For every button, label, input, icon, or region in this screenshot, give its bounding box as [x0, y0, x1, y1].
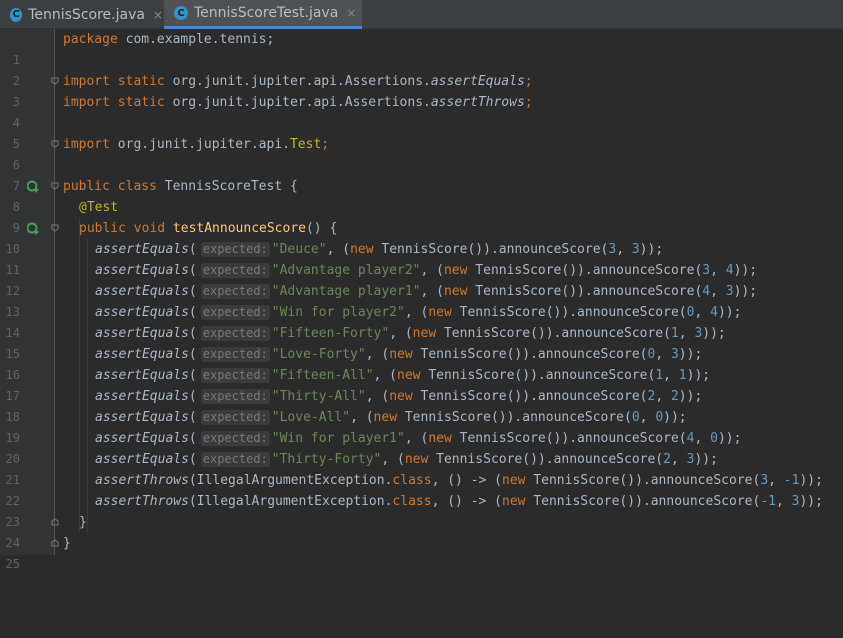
parameter-hint: expected:: [200, 368, 270, 383]
editor-tab-bar: C TennisScore.java × C TennisScoreTest.j…: [0, 0, 843, 29]
tab-tennis-score-test[interactable]: C TennisScoreTest.java ×: [164, 0, 362, 29]
parameter-hint: expected:: [200, 242, 270, 257]
code-line: 9 @Test: [0, 197, 843, 235]
code-editor[interactable]: 1 package com.example.tennis; 2 3 import…: [0, 29, 843, 571]
fold-icon[interactable]: [51, 539, 59, 547]
tab-tennis-score[interactable]: C TennisScore.java ×: [0, 0, 163, 29]
code-line: 16 assertEquals(expected: "Love-Forty", (…: [0, 344, 843, 382]
parameter-hint: expected:: [200, 326, 270, 341]
close-icon[interactable]: ×: [346, 6, 356, 20]
code-line: 20 assertEquals(expected: "Win for player…: [0, 428, 843, 466]
fold-icon[interactable]: [51, 224, 59, 232]
code-line: 17 assertEquals(expected: "Fifteen-All", …: [0, 365, 843, 403]
code-line: 2: [0, 50, 843, 88]
code-line: 14 assertEquals(expected: "Win for player…: [0, 302, 843, 340]
fold-icon[interactable]: [51, 182, 59, 190]
tab-label: TennisScoreTest.java: [194, 5, 339, 21]
code-line: 22 assertThrows(IllegalArgumentException…: [0, 470, 843, 508]
code-line: 13 assertEquals(expected: "Advantage play…: [0, 281, 843, 319]
code-line: 24 }: [0, 512, 843, 550]
parameter-hint: expected:: [200, 410, 270, 425]
code-line: 7: [0, 155, 843, 193]
fold-icon[interactable]: [51, 77, 59, 85]
parameter-hint: expected:: [200, 263, 270, 278]
fold-icon[interactable]: [51, 518, 59, 526]
code-line: 4 import static org.junit.jupiter.api.As…: [0, 92, 843, 130]
class-icon: C: [174, 6, 188, 20]
code-line: 1 package com.example.tennis;: [0, 29, 843, 67]
line-number: 25: [5, 557, 20, 571]
code-line: 15 assertEquals(expected: "Fifteen-Forty"…: [0, 323, 843, 361]
code-line: 25 }: [0, 533, 843, 571]
class-icon: C: [10, 7, 23, 22]
code-line: 21 assertEquals(expected: "Thirty-Forty",…: [0, 449, 843, 487]
code-line: 23 assertThrows(IllegalArgumentException…: [0, 491, 843, 529]
code-line: 18 assertEquals(expected: "Thirty-All", (…: [0, 386, 843, 424]
run-test-icon[interactable]: [27, 222, 40, 235]
parameter-hint: expected:: [200, 389, 270, 404]
code-line: 5: [0, 113, 843, 151]
code-line: 8 public class TennisScoreTest {: [0, 176, 843, 214]
code-line: 12 assertEquals(expected: "Advantage play…: [0, 260, 843, 298]
code-line: 3 import static org.junit.jupiter.api.As…: [0, 71, 843, 109]
code-line: 11 assertEquals(expected: "Deuce", (new T…: [0, 239, 843, 277]
run-tests-icon[interactable]: [27, 180, 40, 193]
close-icon[interactable]: ×: [153, 8, 163, 22]
fold-icon[interactable]: [51, 140, 59, 148]
tab-label: TennisScore.java: [28, 6, 145, 23]
parameter-hint: expected:: [200, 431, 270, 446]
code-line: 19 assertEquals(expected: "Love-All", (ne…: [0, 407, 843, 445]
parameter-hint: expected:: [200, 284, 270, 299]
code-line: 6 import org.junit.jupiter.api.Test;: [0, 134, 843, 172]
parameter-hint: expected:: [200, 452, 270, 467]
parameter-hint: expected:: [200, 347, 270, 362]
parameter-hint: expected:: [200, 305, 270, 320]
code-line: 10 public void testAnnounceScore() {: [0, 218, 843, 256]
